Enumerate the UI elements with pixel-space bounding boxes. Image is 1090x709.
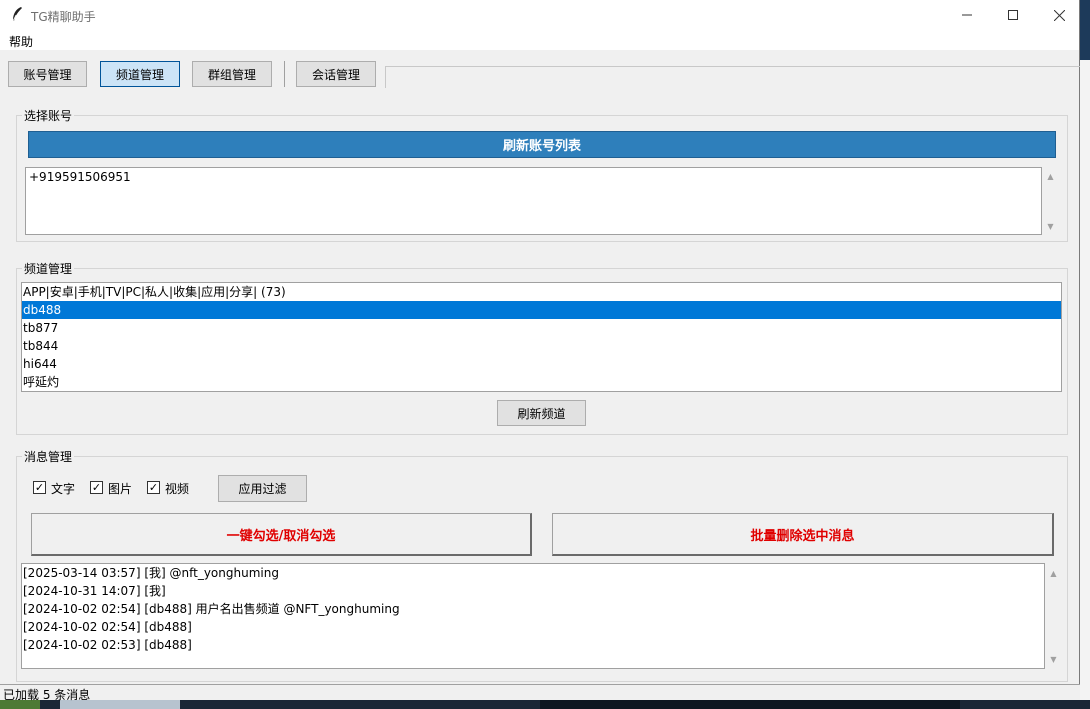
feather-icon xyxy=(12,7,22,22)
channel-list[interactable]: APP|安卓|手机|TV|PC|私人|收集|应用|分享| (73) db488 … xyxy=(21,282,1062,392)
maximize-icon xyxy=(1008,10,1018,20)
tab-channel-management[interactable]: 频道管理 xyxy=(100,61,180,87)
message-item[interactable]: [2024-10-02 02:54] [db488] 用户名出售频道 @NFT_… xyxy=(22,600,1044,618)
minimize-icon xyxy=(962,14,972,16)
filter-image-checkbox[interactable]: ✓ xyxy=(90,481,103,494)
message-item[interactable]: [2024-10-02 02:54] [db488] xyxy=(22,618,1044,636)
refresh-accounts-button[interactable]: 刷新账号列表 xyxy=(28,131,1056,158)
minimize-button[interactable] xyxy=(944,0,990,30)
account-group-label: 选择账号 xyxy=(22,107,75,124)
tab-separator xyxy=(284,61,285,87)
filter-image-label: 图片 xyxy=(108,482,133,496)
tab-divider xyxy=(385,66,386,88)
tab-session-management[interactable]: 会话管理 xyxy=(296,61,376,87)
channel-item[interactable]: hi644 xyxy=(22,355,1061,373)
filter-text-checkbox[interactable]: ✓ xyxy=(33,481,46,494)
status-text: 已加载 5 条消息 xyxy=(3,688,91,702)
channel-item[interactable]: tb877 xyxy=(22,319,1061,337)
tab-divider xyxy=(385,66,1080,67)
filter-video-label: 视频 xyxy=(165,482,190,496)
scroll-up-icon[interactable]: ▲ xyxy=(1042,169,1059,183)
tab-group-management[interactable]: 群组管理 xyxy=(192,61,272,87)
scroll-down-icon[interactable]: ▼ xyxy=(1042,219,1059,233)
title-bar[interactable]: TG精聊助手 xyxy=(0,0,1079,30)
check-icon: ✓ xyxy=(34,481,45,494)
close-button[interactable] xyxy=(1036,0,1082,30)
account-item[interactable]: +919591506951 xyxy=(26,168,1041,186)
tab-account-management[interactable]: 账号管理 xyxy=(8,61,87,87)
status-bar: 已加载 5 条消息 xyxy=(0,684,1080,702)
filter-video-checkbox[interactable]: ✓ xyxy=(147,481,160,494)
refresh-channels-button[interactable]: 刷新频道 xyxy=(497,400,586,426)
desktop-background xyxy=(1080,60,1090,700)
channel-item[interactable]: APP|安卓|手机|TV|PC|私人|收集|应用|分享| (73) xyxy=(22,283,1061,301)
apply-filter-button[interactable]: 应用过滤 xyxy=(218,475,307,502)
taskbar-segment xyxy=(540,700,960,709)
scroll-up-icon[interactable]: ▲ xyxy=(1045,566,1062,580)
account-list[interactable]: +919591506951 xyxy=(25,167,1042,235)
message-item[interactable]: [2025-03-14 03:57] [我] @nft_yonghuming xyxy=(22,564,1044,582)
window-title: TG精聊助手 xyxy=(31,10,96,24)
message-item[interactable]: [2024-10-02 02:53] [db488] xyxy=(22,636,1044,654)
channel-item-selected[interactable]: db488 xyxy=(22,301,1061,319)
maximize-button[interactable] xyxy=(990,0,1036,30)
toggle-select-all-button[interactable]: 一键勾选/取消勾选 xyxy=(31,513,532,556)
batch-delete-button[interactable]: 批量删除选中消息 xyxy=(552,513,1054,556)
check-icon: ✓ xyxy=(91,481,102,494)
menu-bar: 帮助 xyxy=(0,30,1079,50)
taskbar-strip xyxy=(0,700,1090,709)
message-item[interactable]: [2024-10-31 14:07] [我] xyxy=(22,582,1044,600)
message-list[interactable]: [2025-03-14 03:57] [我] @nft_yonghuming [… xyxy=(21,563,1045,669)
channel-item[interactable]: tb844 xyxy=(22,337,1061,355)
message-group-label: 消息管理 xyxy=(22,448,75,465)
channel-group-label: 频道管理 xyxy=(22,260,75,277)
app-window: TG精聊助手 帮助 账号管理 频道管理 群组管理 会话管理 选择账号 刷新账号列… xyxy=(0,0,1080,702)
scroll-down-icon[interactable]: ▼ xyxy=(1045,652,1062,666)
menu-help[interactable]: 帮助 xyxy=(9,33,33,50)
close-icon xyxy=(1053,9,1065,21)
check-icon: ✓ xyxy=(148,481,159,494)
filter-text-label: 文字 xyxy=(51,482,76,496)
channel-item[interactable]: 呼延灼 xyxy=(22,373,1061,391)
